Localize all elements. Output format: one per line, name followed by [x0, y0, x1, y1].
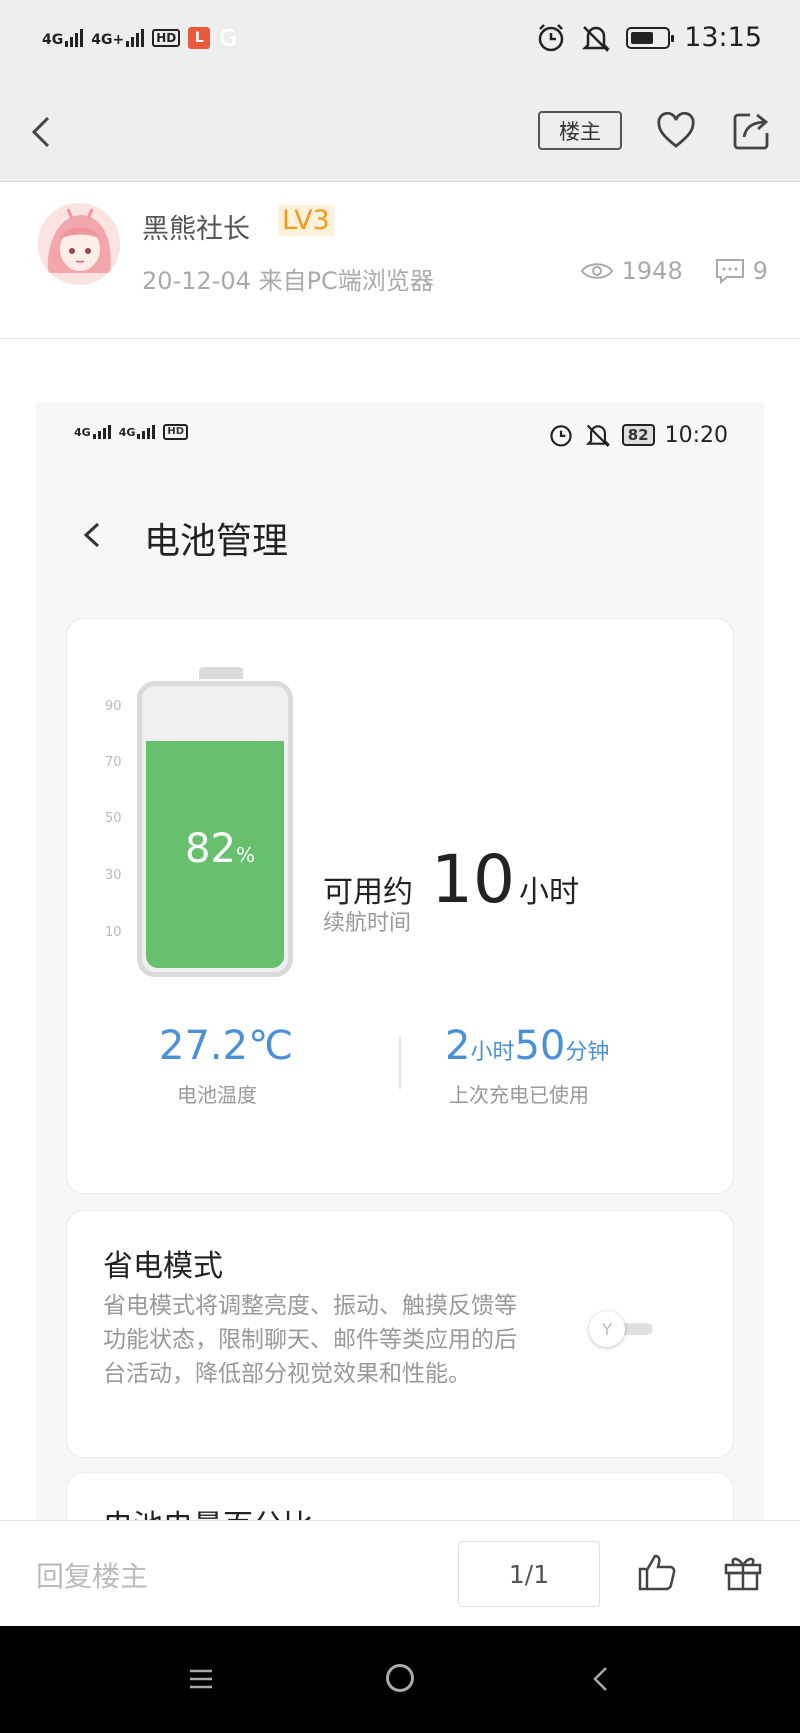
hd-icon: HD [152, 29, 181, 47]
remaining-unit: 小时 [518, 875, 579, 910]
scale-label: 90 [105, 699, 122, 714]
app-g-icon: G [218, 24, 238, 52]
post-header: 黑熊社长 LV3 20-12-04 来自PC端浏览器 1948 9 [0, 183, 800, 339]
remaining-value: 10 [431, 841, 515, 918]
status-bar: 4G 4G+ HD L G 13:15 [0, 0, 800, 82]
battery-cap [199, 667, 243, 679]
comment-icon [715, 259, 744, 284]
back-icon[interactable] [588, 1664, 614, 1694]
scale-label: 70 [105, 755, 122, 770]
signal-label: 4G [74, 426, 91, 439]
view-count: 1948 [580, 257, 683, 285]
thumbs-up-icon[interactable] [636, 1551, 678, 1593]
battery-icon: 82 [621, 424, 655, 446]
temperature-label: 电池温度 [177, 1083, 257, 1107]
eye-icon [580, 263, 613, 279]
used-since-charge-label: 上次充电已使用 [449, 1083, 589, 1107]
clock: 13:15 [684, 22, 762, 53]
back-arrow-icon[interactable] [24, 112, 64, 152]
power-saving-toggle: Y [589, 1311, 659, 1347]
battery-percentage-title: 电池电量百分比 [103, 1501, 313, 1520]
alarm-icon [538, 23, 564, 51]
clock: 10:20 [664, 422, 728, 448]
status-left: 4G 4G+ HD L G [42, 24, 238, 52]
power-saving-title: 省电模式 [103, 1249, 223, 1284]
battery-icon [626, 26, 675, 49]
comment-count: 9 [715, 257, 768, 285]
app-l-icon: L [188, 27, 211, 49]
post-screenshot-image[interactable]: 4G 4G HD 82 10:20 电池管理 90 70 50 30 10 82… [36, 402, 764, 1520]
share-icon[interactable] [730, 109, 774, 153]
reply-bar: 回复楼主 1/1 [0, 1520, 800, 1626]
menu-icon[interactable] [188, 1666, 214, 1692]
page-title: 电池管理 [144, 521, 289, 562]
username[interactable]: 黑熊社长 [142, 207, 250, 246]
scale-label: 10 [105, 925, 122, 940]
owner-only-button[interactable]: 楼主 [538, 111, 622, 150]
power-saving-description: 省电模式将调整亮度、振动、触摸反馈等功能状态，限制聊天、邮件等类应用的后台活动，… [103, 1293, 517, 1387]
signal-icon-2: 4G [119, 425, 156, 439]
inner-status-bar: 4G 4G HD 82 10:20 [36, 402, 764, 462]
views-value: 1948 [621, 257, 683, 285]
signal-label-2: 4G [118, 426, 136, 439]
signal-label: 4G [42, 32, 64, 48]
page-selector[interactable]: 1/1 [458, 1541, 600, 1607]
back-arrow-icon [83, 522, 100, 548]
power-saving-card: 省电模式 省电模式将调整亮度、振动、触摸反馈等功能状态，限制聊天、邮件等类应用的… [66, 1210, 734, 1458]
battery-percentage-card: 电池电量百分比 [66, 1472, 734, 1520]
hd-icon: HD [163, 424, 189, 440]
signal-icon-2: 4G+ [91, 29, 145, 48]
heart-icon[interactable] [655, 110, 697, 152]
home-icon[interactable] [386, 1664, 414, 1692]
used-since-charge: 2 小时 50 分钟 [445, 1023, 610, 1069]
signal-label-2: 4G+ [91, 32, 125, 48]
signal-icon: 4G [74, 425, 111, 439]
scale-label: 30 [105, 868, 122, 883]
battery-status-card: 90 70 50 30 10 82% 可用约 10 小时 续航时间 27.2℃ … [66, 618, 734, 1194]
scale-label: 50 [105, 811, 122, 826]
avatar[interactable] [38, 203, 120, 285]
battery-temperature: 27.2℃ [159, 1023, 293, 1069]
status-right: 13:15 [536, 22, 762, 53]
reply-input[interactable]: 回复楼主 [36, 1555, 148, 1595]
mute-icon [585, 424, 610, 448]
level-badge: LV3 [278, 205, 334, 236]
divider [399, 1037, 401, 1089]
comments-value: 9 [752, 257, 768, 285]
battery-percent: 82% [185, 826, 255, 872]
post-meta: 20-12-04 来自PC端浏览器 [142, 267, 434, 295]
remaining-label: 续航时间 [323, 911, 412, 936]
system-nav-bar [0, 1626, 800, 1733]
battery-graphic: 82% [137, 681, 293, 977]
alarm-icon [550, 425, 572, 447]
gift-icon[interactable] [722, 1551, 764, 1593]
mute-icon [582, 25, 611, 52]
signal-icon: 4G [42, 29, 84, 48]
post-stats: 1948 9 [580, 257, 768, 285]
nav-bar: 楼主 [0, 82, 800, 182]
toggle-knob: Y [589, 1311, 625, 1347]
